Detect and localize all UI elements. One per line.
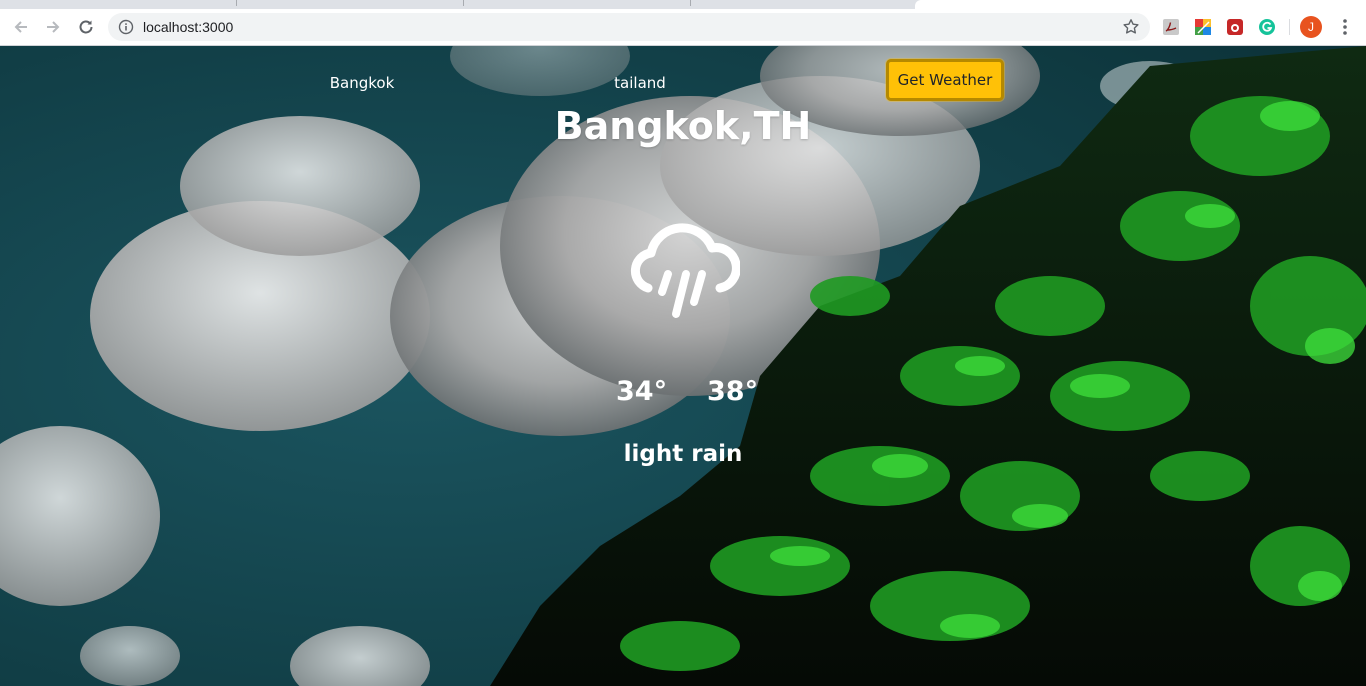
city-input[interactable] (250, 70, 474, 96)
get-weather-button[interactable]: Get Weather (886, 59, 1004, 101)
address-bar[interactable]: localhost:3000 (108, 13, 1150, 41)
forward-button[interactable] (42, 16, 64, 38)
color-extension-icon[interactable] (1194, 18, 1212, 36)
weather-app: Get Weather Bangkok,TH 34° 38° light rai… (0, 46, 1366, 686)
browser-toolbar: localhost:3000 J (0, 9, 1366, 46)
rain-cloud-icon (630, 223, 740, 318)
min-temperature: 34° (616, 376, 668, 407)
tab-separator (463, 0, 464, 6)
weather-description: light rain (623, 441, 743, 467)
location-title: Bangkok,TH (554, 104, 812, 148)
url-text[interactable]: localhost:3000 (143, 19, 233, 35)
grammarly-extension-icon[interactable] (1258, 18, 1276, 36)
reload-button[interactable] (75, 16, 97, 38)
tab-separator (236, 0, 237, 6)
back-arrow-icon (14, 21, 27, 33)
active-tab[interactable] (915, 0, 1366, 9)
toolbar-divider (1289, 19, 1290, 35)
country-input[interactable] (528, 70, 752, 96)
max-temperature: 38° (707, 376, 759, 407)
bug-extension-icon[interactable] (1226, 18, 1244, 36)
forward-arrow-icon (47, 21, 60, 33)
pdf-extension-icon[interactable] (1162, 18, 1180, 36)
more-menu-icon[interactable] (1336, 17, 1354, 37)
tab-separator (690, 0, 691, 6)
reload-icon (79, 20, 93, 34)
tab-strip (0, 0, 1366, 9)
info-icon[interactable] (118, 19, 134, 35)
star-icon[interactable] (1122, 18, 1140, 36)
back-button[interactable] (10, 16, 32, 38)
profile-avatar[interactable]: J (1300, 16, 1322, 38)
